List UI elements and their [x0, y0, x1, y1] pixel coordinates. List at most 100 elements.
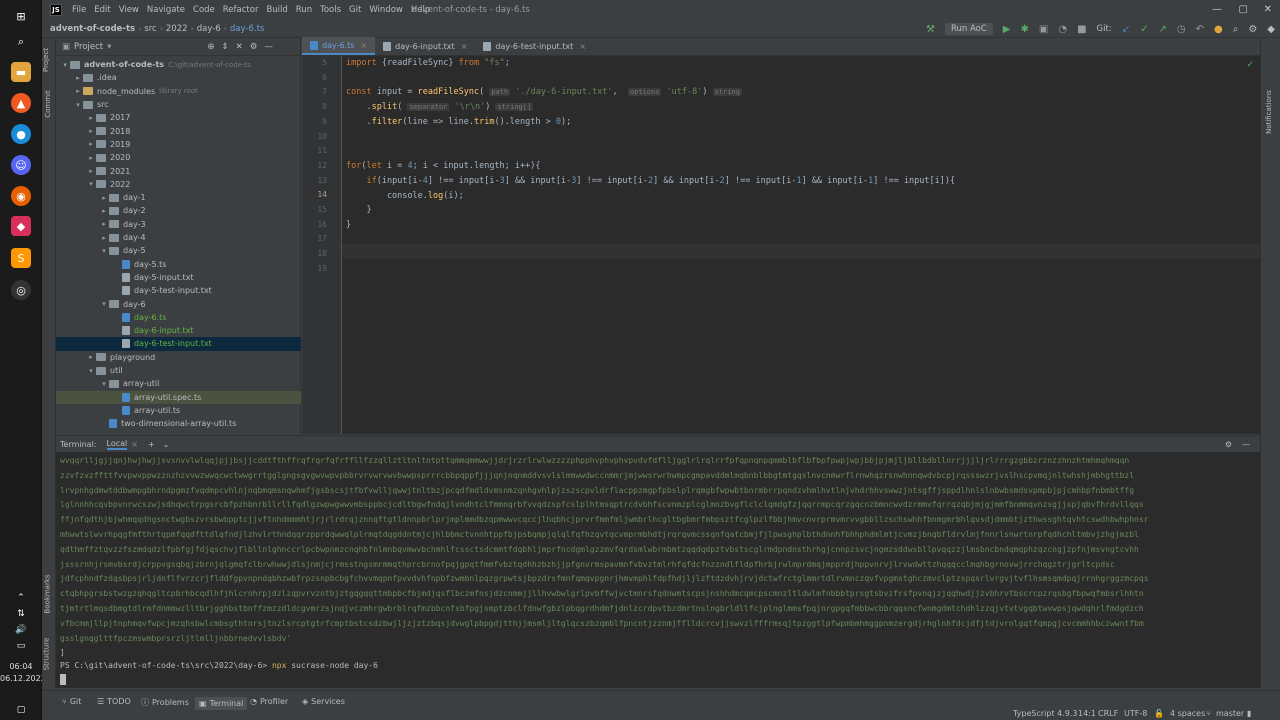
git-push-icon[interactable]: ↗	[1158, 24, 1166, 35]
project-tool-tab[interactable]: Project	[42, 48, 50, 72]
chevron-down-icon[interactable]: ▾	[86, 180, 96, 188]
close-tab-icon[interactable]: ×	[131, 440, 138, 449]
code-line-for[interactable]: for(let i = 4; i < input.length; i++){	[346, 161, 541, 171]
chevron-down-icon[interactable]: ▾	[86, 367, 96, 375]
profile-icon[interactable]: ◔	[1058, 24, 1067, 35]
expand-icon[interactable]: ✕	[236, 42, 243, 52]
tree-item[interactable]: day-6-input.txt	[56, 324, 301, 337]
breadcrumb-file[interactable]: day-6.ts	[230, 24, 264, 34]
tab-day-6-input[interactable]: day-6-input.txt ×	[375, 37, 475, 55]
breadcrumb-day-6[interactable]: day-6	[197, 24, 221, 34]
close-tab-icon[interactable]: ×	[360, 41, 367, 50]
stop-icon[interactable]: ■	[1077, 24, 1086, 35]
chevron-right-icon[interactable]: ▸	[86, 167, 96, 175]
search-icon[interactable]: ⌕	[11, 32, 31, 52]
code-line-if[interactable]: if(input[i-4] !== input[i-3] && input[i-…	[346, 176, 955, 186]
tree-item[interactable]: ▾ src	[56, 98, 301, 111]
tab-day-6-ts[interactable]: day-6.ts ×	[302, 37, 376, 55]
discord-icon[interactable]: ☺	[11, 155, 31, 175]
chevron-down-icon[interactable]: ▾	[99, 247, 109, 255]
tree-item[interactable]: ▸ 2017	[56, 111, 301, 124]
tool-git[interactable]: ⑂ Git	[62, 697, 81, 706]
tree-item[interactable]: array-util.ts	[56, 404, 301, 417]
tree-item[interactable]: day-6.ts	[56, 311, 301, 324]
chevron-right-icon[interactable]: ▸	[73, 87, 83, 95]
avatar-icon[interactable]: ●	[1214, 24, 1223, 35]
hide-icon[interactable]: —	[264, 42, 273, 52]
tree-item[interactable]: day-5.ts	[56, 258, 301, 271]
tree-item[interactable]: day-6-test-input.txt	[56, 337, 301, 351]
bookmarks-tool-tab[interactable]: Bookmarks	[44, 574, 52, 613]
commit-tool-tab[interactable]: Commit	[44, 90, 52, 118]
menu-run[interactable]: Run	[296, 5, 312, 15]
breadcrumb-project[interactable]: advent-of-code-ts	[50, 24, 135, 34]
code-line-close-for[interactable]: }	[346, 220, 351, 230]
jetbrains-logo-icon[interactable]: ◆	[1267, 24, 1275, 35]
chevron-right-icon[interactable]: ▸	[86, 140, 96, 148]
git-rollback-icon[interactable]: ↶	[1196, 24, 1204, 35]
chevron-right-icon[interactable]: ▸	[86, 154, 96, 162]
jetbrains-ide-icon[interactable]: ◆	[11, 216, 31, 236]
collapse-icon[interactable]: ⇕	[222, 42, 229, 52]
chevron-right-icon[interactable]: ▸	[86, 127, 96, 135]
terminal-tab-local[interactable]: Local	[106, 439, 128, 450]
notifications-tool-tab[interactable]: Notifications	[1265, 90, 1273, 134]
close-tab-icon[interactable]: ×	[579, 42, 586, 51]
windows-start-icon[interactable]: ⊞	[11, 6, 31, 26]
chevron-down-icon[interactable]: ▾	[107, 42, 111, 52]
chevron-right-icon[interactable]: ▸	[99, 194, 109, 202]
clock-date[interactable]: 06.12.2022	[0, 674, 46, 683]
menu-refactor[interactable]: Refactor	[223, 5, 259, 15]
lock-icon[interactable]: 🔓	[1154, 709, 1164, 718]
cursor-position[interactable]: 14:1	[1078, 709, 1096, 718]
chevron-right-icon[interactable]: ▸	[99, 207, 109, 215]
tree-item[interactable]: ▸ day-1	[56, 191, 301, 204]
chevron-right-icon[interactable]: ▸	[86, 353, 96, 361]
tree-item[interactable]: ▸ day-3	[56, 218, 301, 231]
line-separator[interactable]: CRLF	[1098, 709, 1118, 718]
tree-item[interactable]: ▾ 2022	[56, 178, 301, 191]
chevron-down-icon[interactable]: ▾	[99, 380, 109, 388]
chevron-right-icon[interactable]: ▸	[86, 114, 96, 122]
tree-item[interactable]: ▸ 2018	[56, 125, 301, 138]
menu-git[interactable]: Git	[349, 5, 361, 15]
new-terminal-plus-icon[interactable]: +	[148, 440, 155, 449]
notification-icon[interactable]: ▢	[11, 700, 31, 720]
tree-item[interactable]: ▸ .idea	[56, 71, 301, 84]
menu-view[interactable]: View	[119, 5, 139, 15]
tree-item[interactable]: ▾ day-6	[56, 297, 301, 310]
git-commit-icon[interactable]: ✓	[1140, 24, 1148, 35]
tree-item[interactable]: two-dimensional-array-util.ts	[56, 417, 301, 430]
tree-item[interactable]: ▾ day-5	[56, 244, 301, 257]
debug-icon[interactable]: ✱	[1021, 24, 1029, 35]
tree-item[interactable]: array-util.spec.ts	[56, 390, 301, 404]
menu-code[interactable]: Code	[193, 5, 215, 15]
chevron-right-icon[interactable]: ▸	[99, 220, 109, 228]
hide-terminal-icon[interactable]: —	[1242, 440, 1250, 449]
file-encoding[interactable]: UTF-8	[1124, 709, 1147, 718]
tree-item[interactable]: ▸ 2021	[56, 164, 301, 177]
tree-item[interactable]: ▸ 2019	[56, 138, 301, 151]
git-branch[interactable]: master	[1216, 709, 1244, 718]
settings-gear-icon[interactable]: ⚙	[1248, 24, 1257, 35]
menu-file[interactable]: File	[72, 5, 86, 15]
clock-time[interactable]: 06:04	[0, 662, 42, 671]
obs-icon[interactable]: ◎	[11, 280, 31, 300]
breadcrumb-src[interactable]: src	[144, 24, 156, 34]
git-update-icon[interactable]: ↙	[1122, 24, 1130, 35]
chevron-down-icon[interactable]: ▾	[99, 300, 109, 308]
tool-problems[interactable]: ⓘ Problems	[141, 697, 189, 708]
tool-services[interactable]: ◈ Services	[302, 697, 345, 706]
battery-icon[interactable]: ▭	[11, 636, 31, 656]
tool-terminal[interactable]: ▣ Terminal	[195, 697, 248, 710]
brave-browser-icon[interactable]: ▲	[11, 93, 31, 113]
tree-item[interactable]: ▾ advent-of-code-ts C:\git\advent-of-code-…	[56, 58, 301, 71]
indent-setting[interactable]: 4 spaces	[1170, 709, 1205, 718]
typescript-version[interactable]: TypeScript 4.9.3	[1013, 709, 1077, 718]
tree-item[interactable]: ▸ day-4	[56, 231, 301, 244]
project-panel-title[interactable]: Project	[74, 42, 103, 52]
sublime-text-icon[interactable]: S	[11, 248, 31, 268]
code-line-filter[interactable]: .filter(line => line.trim().length > 0);	[346, 117, 571, 127]
menu-tools[interactable]: Tools	[320, 5, 341, 15]
tree-item[interactable]: day-5-test-input.txt	[56, 284, 301, 297]
